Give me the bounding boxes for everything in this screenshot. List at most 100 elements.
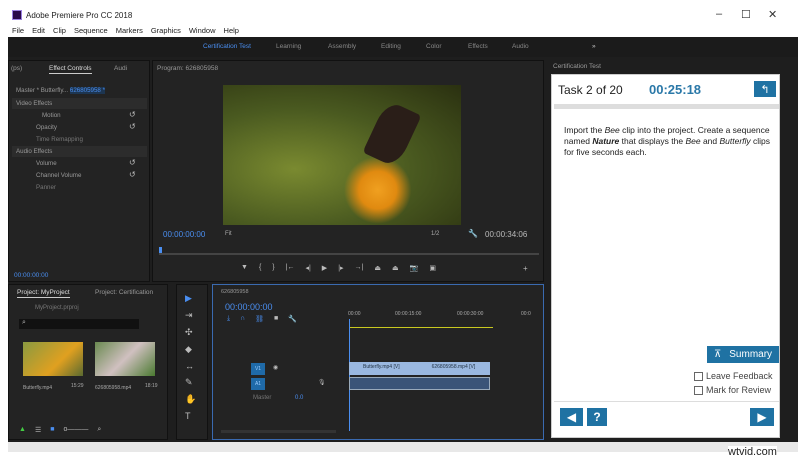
razor-tool-icon[interactable]: ◆ <box>185 344 196 355</box>
menu-file[interactable]: File <box>12 26 24 35</box>
maximize-button[interactable]: ☐ <box>741 8 751 21</box>
menu-sequence[interactable]: Sequence <box>74 26 108 35</box>
lift-icon[interactable]: ⏏ <box>374 264 381 272</box>
project-search-input[interactable]: ⌕ <box>19 319 139 329</box>
arrow-left-icon: ◀ <box>566 410 577 424</box>
menu-markers[interactable]: Markers <box>116 26 143 35</box>
previous-task-button[interactable]: ◀ <box>560 408 583 426</box>
reset-icon[interactable]: ↺ <box>129 110 136 119</box>
track-a1-target[interactable]: A1 <box>251 378 265 390</box>
hand-tool-icon[interactable]: ✋ <box>185 394 196 405</box>
video-clip[interactable]: Butterfly.mp4 [V] 626805958.mp4 [V] <box>349 362 490 375</box>
extract-icon[interactable]: ⏏ <box>392 264 399 272</box>
effect-motion[interactable]: Motion <box>12 110 147 121</box>
workspace-assembly[interactable]: Assembly <box>328 43 356 50</box>
effect-controls-timecode[interactable]: 00:00:00:00 <box>14 272 48 279</box>
summary-button[interactable]: ⊼ Summary <box>707 346 779 363</box>
menu-clip[interactable]: Clip <box>53 26 66 35</box>
workspace-effects[interactable]: Effects <box>468 43 488 50</box>
fit-dropdown[interactable]: Fit <box>225 231 232 237</box>
program-monitor-title[interactable]: Program: 626805958 <box>157 65 218 72</box>
step-forward-icon[interactable]: |▸ <box>338 264 343 272</box>
timeline-scrollbar[interactable] <box>221 430 336 433</box>
timeline-playhead[interactable] <box>349 319 350 431</box>
tools-panel: ▶ ⇥ ✣ ◆ ↔ ✎ ✋ T <box>176 284 208 440</box>
add-marker-icon[interactable]: ■ <box>274 315 278 323</box>
work-area-bar[interactable] <box>349 327 493 328</box>
workspace-editing[interactable]: Editing <box>381 43 401 50</box>
pen-tool-icon[interactable]: ✎ <box>185 377 196 388</box>
workspace-certification-test[interactable]: Certification Test <box>203 43 251 50</box>
playback-resolution-dropdown[interactable]: 1/2 <box>431 231 439 237</box>
microphone-icon[interactable]: 🎙 <box>318 379 326 386</box>
add-marker-icon[interactable]: ▼ <box>241 264 248 272</box>
program-scrubber[interactable] <box>159 253 539 255</box>
track-v1-target[interactable]: V1 <box>251 363 265 375</box>
butterfly-image <box>362 99 422 169</box>
reset-icon[interactable]: ↺ <box>129 170 136 179</box>
lock-icon[interactable]: ▲ <box>19 426 26 434</box>
tab-audio[interactable]: Audi <box>114 65 127 72</box>
type-tool-icon[interactable]: T <box>185 411 196 421</box>
mark-in-icon[interactable]: { <box>259 264 261 272</box>
workspace-learning[interactable]: Learning <box>276 43 301 50</box>
menu-help[interactable]: Help <box>224 26 239 35</box>
track-select-tool-icon[interactable]: ⇥ <box>185 310 196 321</box>
workspace-overflow-button[interactable]: » <box>592 43 596 50</box>
selection-tool-icon[interactable]: ▶ <box>185 293 196 304</box>
tab-project-certification[interactable]: Project: Certification <box>95 289 153 296</box>
wrench-icon[interactable]: 🔧 <box>468 229 478 238</box>
go-to-out-icon[interactable]: →| <box>355 264 364 272</box>
mark-out-icon[interactable]: } <box>272 264 274 272</box>
wrench-icon[interactable]: 🔧 <box>288 315 297 323</box>
master-clip-selector[interactable]: Master * Butterfly... <box>16 87 68 94</box>
effect-opacity[interactable]: Opacity <box>12 122 147 133</box>
icon-view-icon[interactable]: ■ <box>50 426 54 434</box>
tab-project-myproject[interactable]: Project: MyProject <box>17 289 70 298</box>
workspace-color[interactable]: Color <box>426 43 442 50</box>
tab-effect-controls[interactable]: Effect Controls <box>49 65 92 74</box>
effect-time-remapping[interactable]: Time Remapping <box>12 134 147 145</box>
ripple-edit-tool-icon[interactable]: ✣ <box>185 327 196 338</box>
timeline-timecode[interactable]: 00:00:00:00 <box>225 302 273 312</box>
search-icon[interactable]: ⌕ <box>97 426 101 434</box>
menu-edit[interactable]: Edit <box>32 26 45 35</box>
effect-channel-volume[interactable]: Channel Volume <box>12 170 147 181</box>
reset-icon[interactable]: ↺ <box>129 158 136 167</box>
camera-icon[interactable]: 📷 <box>410 264 419 272</box>
leave-feedback-checkbox[interactable]: Leave Feedback <box>694 371 773 382</box>
eye-icon[interactable]: ◉ <box>273 364 278 371</box>
minimize-button[interactable]: – <box>716 8 722 20</box>
compare-icon[interactable]: ▣ <box>429 264 436 272</box>
workspace-audio[interactable]: Audio <box>512 43 529 50</box>
linked-selection-icon[interactable]: ⛓ <box>255 315 264 323</box>
mark-for-review-checkbox[interactable]: Mark for Review <box>694 385 771 396</box>
add-button-icon[interactable]: + <box>523 264 528 273</box>
help-button[interactable]: ? <box>587 408 607 426</box>
master-track-value[interactable]: 0.0 <box>295 395 303 401</box>
reset-task-button[interactable]: ↰ <box>754 81 776 97</box>
snap-icon[interactable]: ∩ <box>240 315 245 323</box>
slip-tool-icon[interactable]: ↔ <box>185 361 196 371</box>
program-timecode[interactable]: 00:00:00:00 <box>163 230 205 239</box>
tab-partial[interactable]: (ps) <box>11 65 22 72</box>
sequence-clip-selector[interactable]: 626805958 * <box>69 87 105 94</box>
audio-clip[interactable] <box>349 377 490 390</box>
step-back-icon[interactable]: ◂| <box>305 264 310 272</box>
clip-thumbnail-butterfly[interactable] <box>23 342 83 376</box>
effect-volume[interactable]: Volume <box>12 158 147 169</box>
list-view-icon[interactable]: ☰ <box>35 426 41 434</box>
clip-thumbnail-626805958[interactable] <box>95 342 155 376</box>
zoom-slider[interactable]: o——— <box>63 426 88 434</box>
close-button[interactable]: ✕ <box>768 8 777 21</box>
go-to-in-icon[interactable]: |← <box>286 264 295 272</box>
effect-panner[interactable]: Panner <box>12 182 147 193</box>
reset-icon[interactable]: ↺ <box>129 122 136 131</box>
playhead[interactable] <box>159 247 162 253</box>
menu-graphics[interactable]: Graphics <box>151 26 181 35</box>
timeline-title[interactable]: 626805958 <box>221 289 249 295</box>
next-task-button[interactable]: ▶ <box>750 408 774 426</box>
menu-window[interactable]: Window <box>189 26 216 35</box>
play-icon[interactable]: ▶ <box>322 264 327 272</box>
nest-icon[interactable]: ⤓ <box>227 315 230 323</box>
